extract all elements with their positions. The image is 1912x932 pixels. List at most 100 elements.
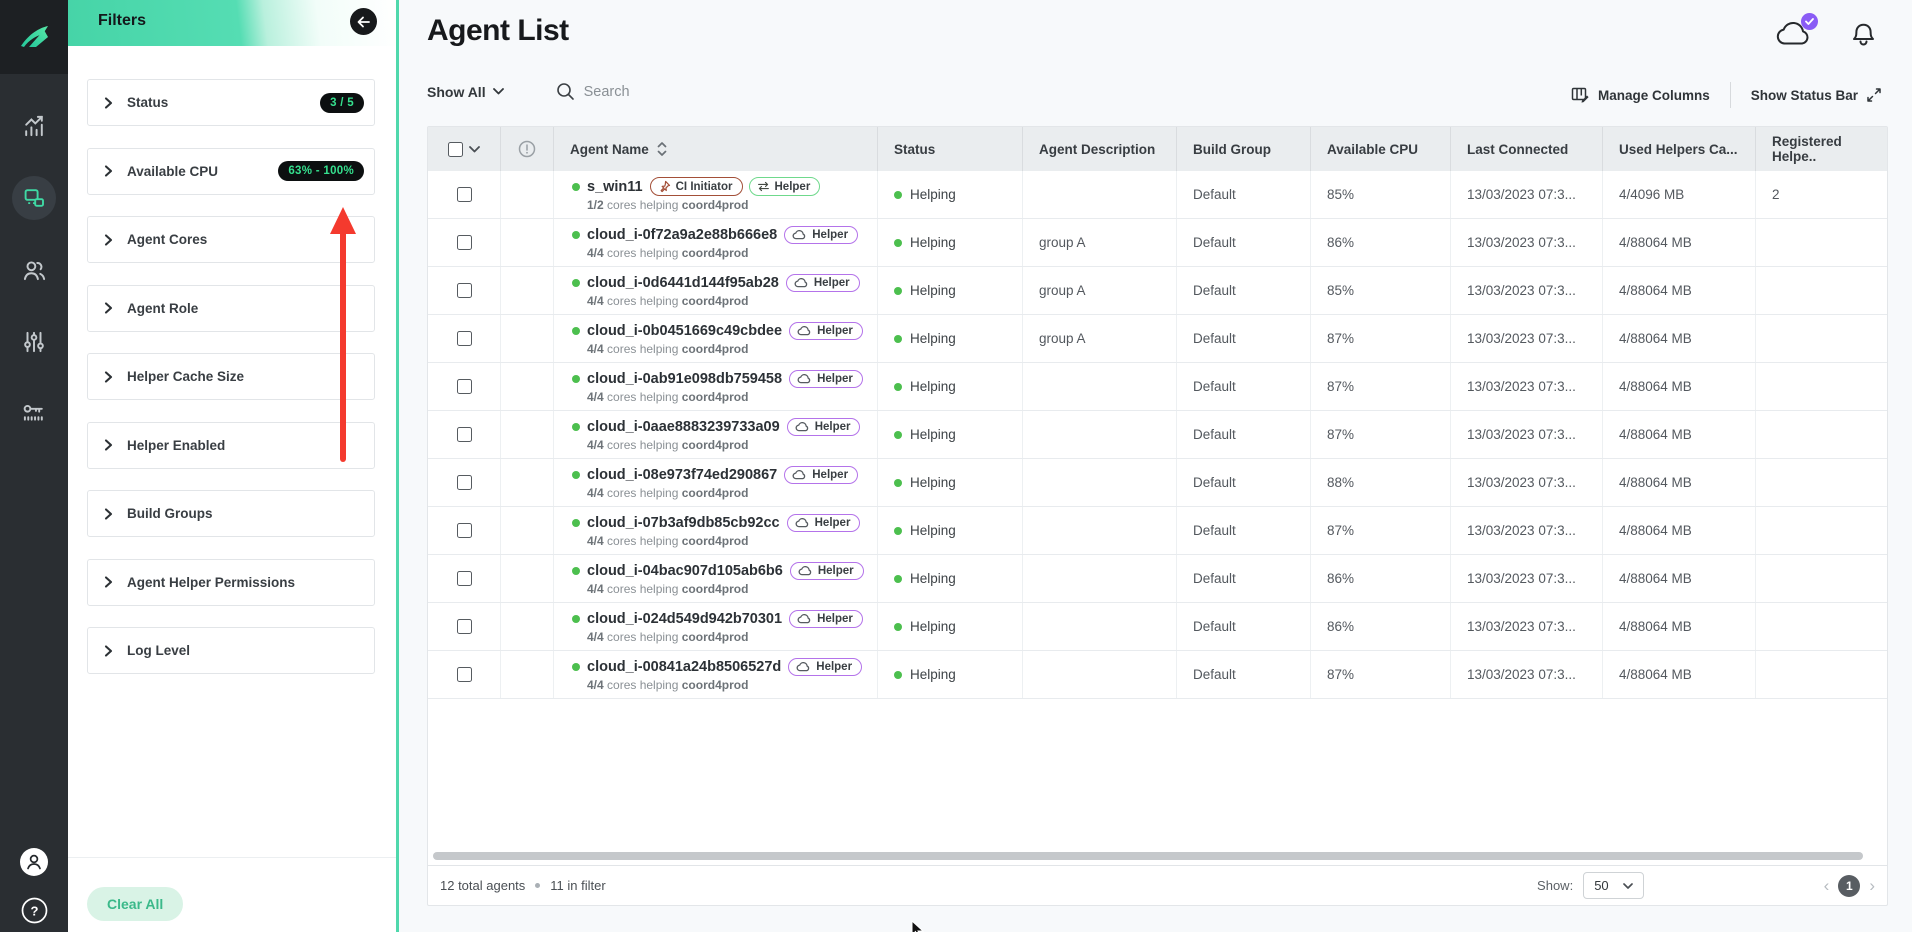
row-alert-cell: [501, 267, 554, 314]
filter-accordion-item[interactable]: Available CPU 63% - 100%: [87, 148, 375, 195]
row-checkbox[interactable]: [457, 283, 472, 298]
table-row[interactable]: cloud_i-04bac907d105ab6b6 Helper 4/4 cor…: [428, 555, 1887, 603]
table-row[interactable]: s_win11 CI InitiatorHelper 1/2 cores hel…: [428, 171, 1887, 219]
registered-helpers-cell: [1756, 507, 1887, 554]
agent-name-cell: cloud_i-024d549d942b70301 Helper 4/4 cor…: [554, 603, 878, 650]
manage-columns-button[interactable]: Manage Columns: [1571, 86, 1710, 104]
collapse-filters-button[interactable]: [350, 8, 377, 35]
table-row[interactable]: cloud_i-0ab91e098db759458 Helper 4/4 cor…: [428, 363, 1887, 411]
agent-tags: Helper: [789, 370, 863, 388]
filter-label: Agent Cores: [127, 232, 207, 247]
row-alert-cell: [501, 507, 554, 554]
table-row[interactable]: cloud_i-08e973f74ed290867 Helper 4/4 cor…: [428, 459, 1887, 507]
filter-accordion-item[interactable]: Log Level: [87, 627, 375, 674]
row-select-cell: [428, 507, 501, 554]
table-row[interactable]: cloud_i-024d549d942b70301 Helper 4/4 cor…: [428, 603, 1887, 651]
row-checkbox[interactable]: [457, 427, 472, 442]
status-cell: Helping: [878, 219, 1023, 266]
table-row[interactable]: cloud_i-0d6441d144f95ab28 Helper 4/4 cor…: [428, 267, 1887, 315]
row-checkbox[interactable]: [457, 667, 472, 682]
row-checkbox[interactable]: [457, 331, 472, 346]
description-cell: [1023, 459, 1177, 506]
row-checkbox[interactable]: [457, 235, 472, 250]
annotation-arrow-shaft: [340, 231, 346, 462]
build-group-cell: Default: [1177, 315, 1311, 362]
description-cell: [1023, 651, 1177, 698]
user-avatar[interactable]: [19, 847, 49, 877]
row-alert-cell: [501, 651, 554, 698]
status-cell: Helping: [878, 411, 1023, 458]
table-row[interactable]: cloud_i-00841a24b8506527d Helper 4/4 cor…: [428, 651, 1887, 699]
table-row[interactable]: cloud_i-0b0451669c49cbdee Helper 4/4 cor…: [428, 315, 1887, 363]
filter-accordion-item[interactable]: Helper Enabled: [87, 422, 375, 469]
column-header-last-connected[interactable]: Last Connected: [1451, 127, 1603, 171]
app-logo[interactable]: [0, 0, 68, 74]
select-all-cell[interactable]: [428, 127, 501, 171]
column-header-description[interactable]: Agent Description: [1023, 127, 1177, 171]
table-row[interactable]: cloud_i-07b3af9db85cb92cc Helper 4/4 cor…: [428, 507, 1887, 555]
left-nav-rail: ?: [0, 0, 68, 932]
notifications-button[interactable]: [1851, 18, 1876, 46]
sort-icon: [657, 142, 667, 156]
filters-footer-divider: [68, 857, 396, 858]
agent-name: cloud_i-0aae8883239733a09: [587, 419, 780, 435]
search-input[interactable]: Search: [556, 82, 630, 101]
column-header-available-cpu[interactable]: Available CPU: [1311, 127, 1451, 171]
next-page-button[interactable]: ›: [1869, 877, 1875, 894]
select-all-checkbox[interactable]: [448, 142, 463, 157]
help-button[interactable]: ?: [21, 897, 48, 924]
agent-name-cell: s_win11 CI InitiatorHelper 1/2 cores hel…: [554, 171, 878, 218]
filter-accordion-item[interactable]: Helper Cache Size: [87, 353, 375, 400]
cpu-cell: 87%: [1311, 363, 1451, 410]
registered-helpers-cell: [1756, 411, 1887, 458]
registered-helpers-cell: [1756, 363, 1887, 410]
online-status-dot: [572, 567, 580, 575]
show-all-dropdown[interactable]: Show All: [427, 84, 504, 100]
table-row[interactable]: cloud_i-0f72a9a2e88b666e8 Helper 4/4 cor…: [428, 219, 1887, 267]
row-checkbox[interactable]: [457, 619, 472, 634]
agent-subtext: 4/4 cores helping coord4prod: [587, 630, 748, 644]
filter-accordion-item[interactable]: Agent Role: [87, 285, 375, 332]
nav-dashboard[interactable]: [0, 94, 68, 158]
nav-users[interactable]: [0, 238, 68, 302]
current-page-button[interactable]: 1: [1838, 875, 1860, 897]
nav-agents-active[interactable]: [0, 166, 68, 230]
clear-all-button[interactable]: Clear All: [87, 887, 183, 921]
cpu-cell: 86%: [1311, 555, 1451, 602]
last-connected-cell: 13/03/2023 07:3...: [1451, 267, 1603, 314]
row-checkbox[interactable]: [457, 571, 472, 586]
filter-accordion-item[interactable]: Status 3 / 5: [87, 79, 375, 126]
scrollbar-thumb[interactable]: [433, 852, 1863, 860]
cloud-icon: [797, 325, 812, 336]
page-size-select[interactable]: 50: [1583, 872, 1643, 899]
filter-accordion-item[interactable]: Agent Helper Permissions: [87, 559, 375, 606]
description-cell: [1023, 411, 1177, 458]
column-header-used-helpers[interactable]: Used Helpers Ca...: [1603, 127, 1756, 171]
description-cell: [1023, 555, 1177, 602]
row-select-cell: [428, 267, 501, 314]
cloud-icon: [795, 517, 810, 528]
column-header-registered-helpers[interactable]: Registered Helpe..: [1756, 127, 1887, 171]
column-header-build-group[interactable]: Build Group: [1177, 127, 1311, 171]
filter-accordion-item[interactable]: Build Groups: [87, 490, 375, 537]
row-checkbox[interactable]: [457, 379, 472, 394]
row-alert-cell: [501, 555, 554, 602]
prev-page-button[interactable]: ‹: [1824, 877, 1830, 894]
column-header-status[interactable]: Status: [878, 127, 1023, 171]
table-row[interactable]: cloud_i-0aae8883239733a09 Helper 4/4 cor…: [428, 411, 1887, 459]
row-checkbox[interactable]: [457, 475, 472, 490]
agent-tags: Helper: [784, 466, 858, 484]
row-alert-cell: [501, 315, 554, 362]
tag-helper-green: Helper: [749, 177, 821, 196]
agent-name-cell: cloud_i-04bac907d105ab6b6 Helper 4/4 cor…: [554, 555, 878, 602]
horizontal-scrollbar[interactable]: [433, 852, 1883, 860]
cloud-status-button[interactable]: [1775, 19, 1813, 46]
chart-icon: [21, 113, 47, 139]
nav-settings[interactable]: [0, 310, 68, 374]
nav-licenses[interactable]: [0, 382, 68, 446]
row-checkbox[interactable]: [457, 187, 472, 202]
row-checkbox[interactable]: [457, 523, 472, 538]
column-header-agent-name[interactable]: Agent Name: [554, 127, 878, 171]
alert-circle-icon: [518, 140, 536, 158]
show-status-bar-button[interactable]: Show Status Bar: [1751, 87, 1882, 103]
